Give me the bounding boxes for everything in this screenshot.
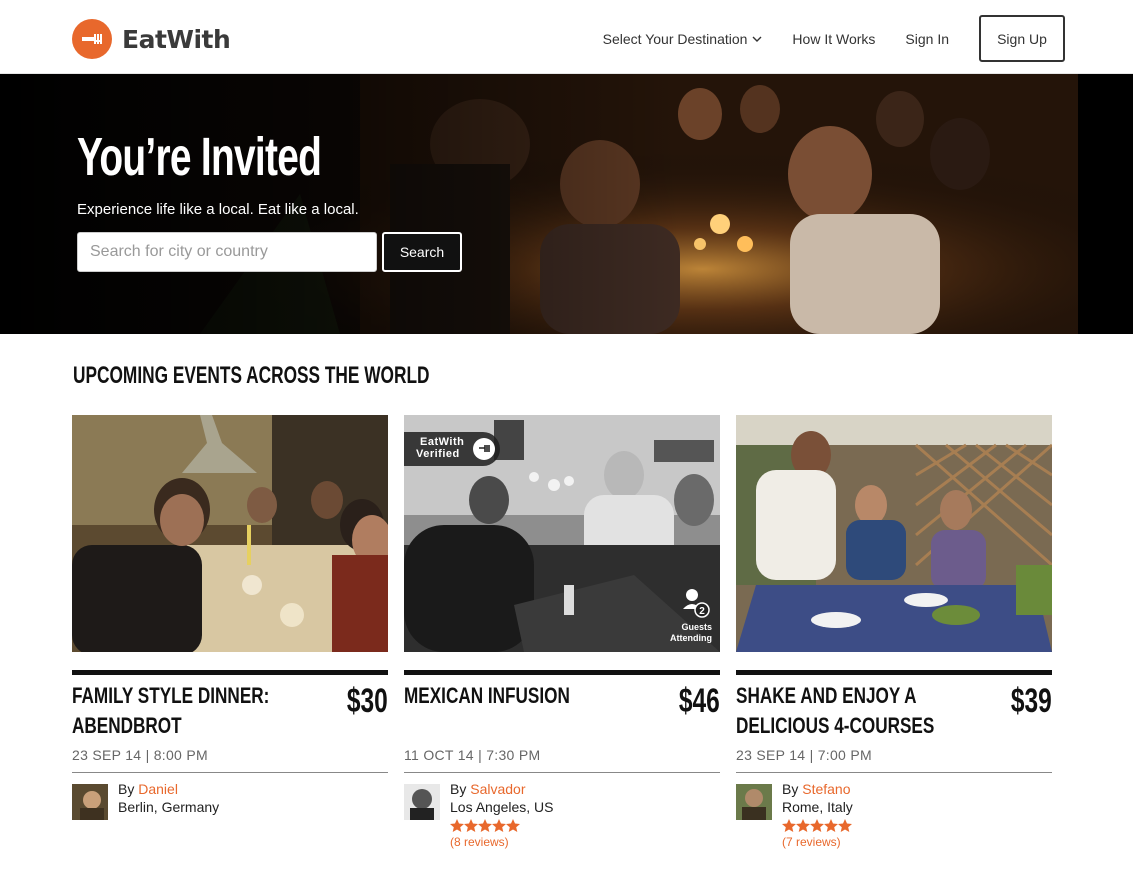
verified-badge: EatWith Verified <box>404 432 500 466</box>
event-date: 23 SEP 14 | 8:00 PM <box>72 747 208 763</box>
event-card: FAMILY STYLE DINNER: ABENDBROT $30 23 SE… <box>72 415 388 865</box>
star-icon <box>478 819 492 832</box>
event-title[interactable]: FAMILY STYLE DINNER: ABENDBROT <box>72 681 269 741</box>
city-search-input[interactable] <box>77 232 377 272</box>
verified-icon <box>473 438 495 460</box>
site-header: EatWith Select Your Destination How It W… <box>0 0 1133 74</box>
logo[interactable]: EatWith <box>72 19 231 59</box>
destination-dropdown[interactable]: Select Your Destination <box>603 31 763 47</box>
rating-stars <box>782 819 852 832</box>
event-photo[interactable]: EatWith Verified 2 Guests Attending <box>404 415 720 652</box>
destination-label: Select Your Destination <box>602 30 748 47</box>
event-photo[interactable] <box>72 415 388 652</box>
hero-subtitle: Experience life like a local. Eat like a… <box>77 201 359 218</box>
star-icon <box>796 819 810 832</box>
host-location: Rome, Italy <box>782 799 853 815</box>
card-divider <box>736 670 1052 675</box>
sign-up-button[interactable]: Sign Up <box>979 15 1065 62</box>
how-it-works-link[interactable]: How It Works <box>792 31 875 47</box>
guests-attending-indicator: 2 Guests Attending <box>652 587 712 647</box>
fork-knife-logo-icon <box>72 19 112 59</box>
chevron-down-icon <box>752 36 762 42</box>
search-button[interactable]: Search <box>382 232 462 272</box>
card-divider <box>404 670 720 675</box>
host-location: Berlin, Germany <box>118 799 220 815</box>
star-icon <box>506 819 520 832</box>
event-title[interactable]: SHAKE AND ENJOY A DELICIOUS 4-COURSES <box>736 681 934 741</box>
reviews-link[interactable]: (7 reviews) <box>782 835 841 849</box>
host-avatar[interactable] <box>72 784 108 820</box>
event-price: $39 <box>1011 682 1052 720</box>
event-date: 11 OCT 14 | 7:30 PM <box>404 747 541 763</box>
rating-stars <box>450 819 520 832</box>
card-divider <box>72 670 388 675</box>
star-icon <box>492 819 506 832</box>
guest-count: 2 <box>699 606 705 617</box>
hero-banner: You’re Invited Experience life like a lo… <box>0 74 1133 334</box>
event-price: $46 <box>679 682 720 720</box>
host-line: By Salvador <box>450 781 526 797</box>
host-avatar[interactable] <box>736 784 772 820</box>
logo-wordmark: EatWith <box>122 24 231 54</box>
host-name-link[interactable]: Stefano <box>802 781 850 797</box>
sign-in-link[interactable]: Sign In <box>905 31 949 47</box>
star-icon <box>464 819 478 832</box>
star-icon <box>838 819 852 832</box>
event-title[interactable]: MEXICAN INFUSION <box>404 681 591 711</box>
star-icon <box>824 819 838 832</box>
main-nav: Select Your Destination How It Works Sig… <box>603 15 1065 62</box>
section-heading: UPCOMING EVENTS ACROSS THE WORLD <box>73 362 430 389</box>
host-name-link[interactable]: Salvador <box>470 781 525 797</box>
host-avatar[interactable] <box>404 784 440 820</box>
event-date: 23 SEP 14 | 7:00 PM <box>736 747 872 763</box>
event-card: SHAKE AND ENJOY A DELICIOUS 4-COURSES $3… <box>736 415 1052 865</box>
reviews-link[interactable]: (8 reviews) <box>450 835 509 849</box>
card-separator <box>736 772 1052 773</box>
star-icon <box>450 819 464 832</box>
guests-label-1: Guests <box>681 622 712 632</box>
event-photo[interactable] <box>736 415 1052 652</box>
star-icon <box>810 819 824 832</box>
card-separator <box>72 772 388 773</box>
host-location: Los Angeles, US <box>450 799 554 815</box>
host-line: By Daniel <box>118 781 178 797</box>
star-icon <box>782 819 796 832</box>
guest-user-icon: 2 <box>683 589 710 618</box>
hero-title: You’re Invited <box>77 127 322 187</box>
event-card: EatWith Verified 2 Guests Attending MEXI… <box>404 415 720 865</box>
event-price: $30 <box>347 682 388 720</box>
host-name-link[interactable]: Daniel <box>138 781 178 797</box>
card-separator <box>404 772 720 773</box>
host-line: By Stefano <box>782 781 851 797</box>
guests-label-2: Attending <box>670 633 712 643</box>
